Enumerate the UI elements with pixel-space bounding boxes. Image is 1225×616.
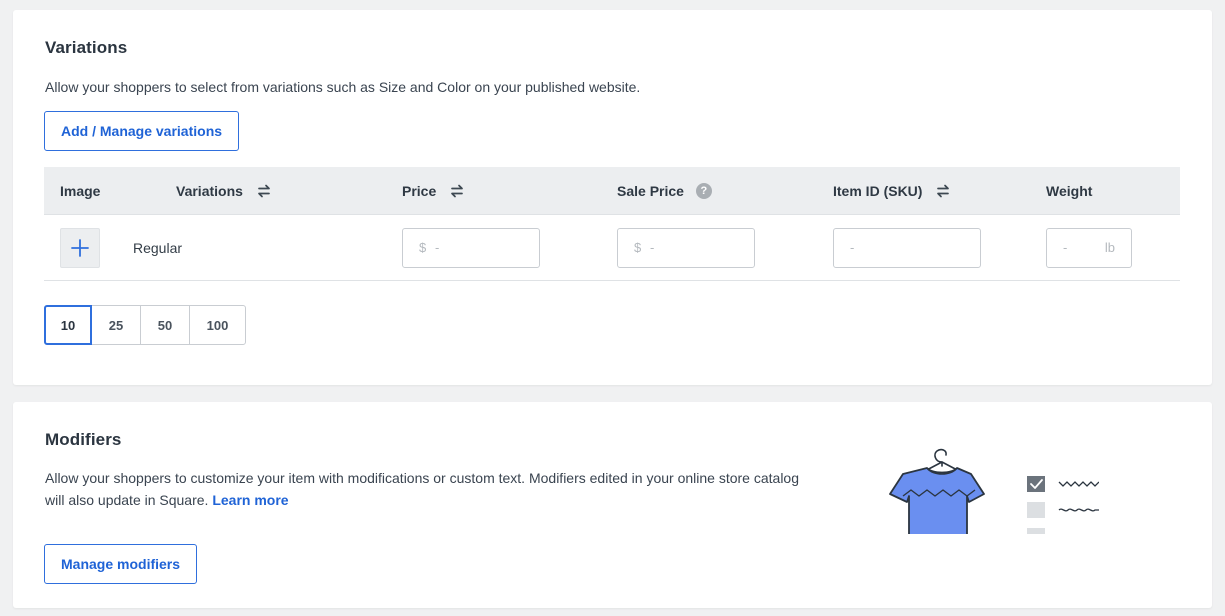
sale-price-placeholder: - [650,240,655,255]
sort-arrows-icon[interactable] [936,184,950,198]
page-size-10[interactable]: 10 [44,305,92,345]
column-header-image: Image [60,167,100,215]
sku-placeholder: - [850,240,855,255]
variations-description: Allow your shoppers to select from varia… [45,79,641,95]
sku-input[interactable]: - [833,228,981,268]
column-label: Image [60,183,101,199]
table-row: Regular $ - $ - - - lb [44,215,1180,281]
modifiers-description: Allow your shoppers to customize your it… [45,467,815,511]
table-header: Image Variations Price Sale Price ? Item… [44,167,1180,215]
column-label: Item ID (SKU) [833,183,923,199]
modifiers-card: Modifiers Allow your shoppers to customi… [13,402,1212,608]
help-question-icon[interactable]: ? [695,183,712,200]
column-header-variations[interactable]: Variations [176,167,271,215]
currency-prefix: $ [634,240,642,255]
modifiers-description-text: Allow your shoppers to customize your it… [45,470,800,508]
variations-table: Image Variations Price Sale Price ? Item… [44,167,1180,281]
sort-arrows-icon[interactable] [257,184,271,198]
variation-name: Regular [133,240,183,256]
column-label: Price [402,183,437,199]
manage-modifiers-button[interactable]: Manage modifiers [44,544,198,584]
currency-prefix: $ [419,240,427,255]
weight-input[interactable]: - lb [1046,228,1132,268]
page-size-50[interactable]: 50 [140,305,190,345]
price-placeholder: - [435,240,440,255]
weight-unit: lb [1104,240,1115,255]
variations-card: Variations Allow your shoppers to select… [13,10,1212,385]
column-header-sale-price: Sale Price ? [617,167,712,215]
column-header-price[interactable]: Price [402,167,464,215]
column-label: Sale Price [617,183,684,199]
learn-more-link[interactable]: Learn more [212,492,288,508]
plus-icon [71,239,89,257]
page-size-25[interactable]: 25 [91,305,141,345]
column-header-sku[interactable]: Item ID (SKU) [833,167,950,215]
add-manage-variations-button[interactable]: Add / Manage variations [44,111,240,151]
page-size-selector: 10 25 50 100 [44,305,246,345]
weight-placeholder: - [1063,240,1068,255]
column-header-weight: Weight [1046,167,1092,215]
variations-title: Variations [45,38,128,57]
column-label: Weight [1046,183,1093,199]
sale-price-input[interactable]: $ - [617,228,755,268]
add-image-button[interactable] [60,228,100,268]
page-size-100[interactable]: 100 [189,305,246,345]
modifiers-title: Modifiers [45,430,122,449]
column-label: Variations [176,183,243,199]
price-input[interactable]: $ - [402,228,540,268]
sort-arrows-icon[interactable] [450,184,464,198]
tshirt-checklist-illustration [889,448,1099,534]
